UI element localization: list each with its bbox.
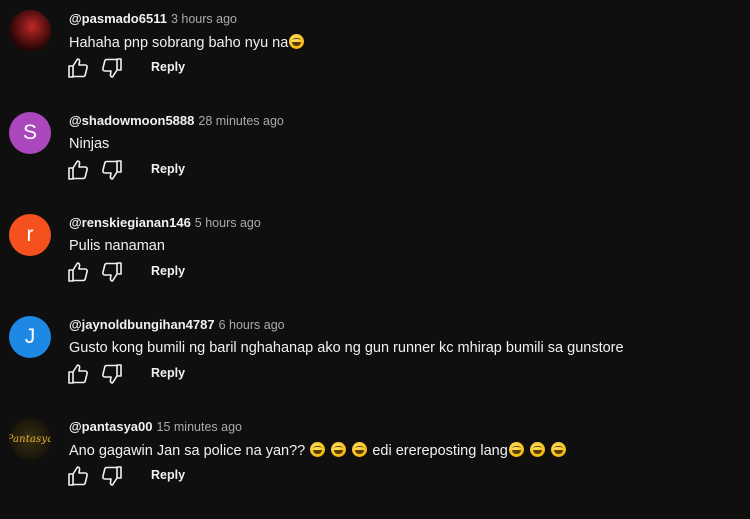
comment-text: Gusto kong bumili ng baril nghahanap ako… [69, 340, 624, 356]
grinning-face-emoji [352, 442, 368, 457]
thumbs-up-icon[interactable] [66, 464, 90, 488]
comment-time[interactable]: 3 hours ago [171, 12, 237, 26]
comment-text: Hahaha pnp sobrang baho nyu na [69, 34, 305, 51]
comment-text-part1: Ano gagawin Jan sa police na yan?? [69, 443, 306, 459]
comment-header: @pantasya00 15 minutes ago [69, 418, 242, 436]
reply-button[interactable]: Reply [151, 60, 185, 74]
grinning-face-emoji [529, 442, 545, 457]
author-name[interactable]: @pantasya00 [69, 419, 153, 434]
comment-text: Pulis nanaman [69, 238, 165, 254]
thumbs-up-icon[interactable] [66, 158, 90, 182]
comment-time[interactable]: 15 minutes ago [157, 420, 242, 434]
grinning-face-emoji [550, 442, 566, 457]
grinning-face-emoji [331, 442, 347, 457]
grinning-face-emoji [289, 34, 305, 49]
comment-thread: Pantasya @pantasya00 15 minutes ago Ano g… [0, 408, 750, 510]
thumbs-down-icon[interactable] [100, 362, 124, 386]
thumbs-up-icon[interactable] [66, 260, 90, 284]
reply-button[interactable]: Reply [151, 468, 185, 482]
comment-thread: J @jaynoldbungihan4787 6 hours ago Gusto … [0, 306, 750, 408]
comment-time[interactable]: 5 hours ago [195, 216, 261, 230]
comment-thread: r @renskiegianan146 5 hours ago Pulis nan… [0, 204, 750, 306]
thumbs-up-icon[interactable] [66, 362, 90, 386]
avatar[interactable]: J [9, 316, 51, 358]
comment-header: @pasmado6511 3 hours ago [69, 10, 237, 28]
avatar[interactable]: S [9, 112, 51, 154]
comment-header: @jaynoldbungihan4787 6 hours ago [69, 316, 285, 334]
thumbs-down-icon[interactable] [100, 260, 124, 284]
comment-header: @shadowmoon5888 28 minutes ago [69, 112, 284, 130]
comment-text: Ano gagawin Jan sa police na yan?? edi e… [69, 442, 567, 459]
comment-text: Ninjas [69, 136, 110, 152]
comment-thread: @pasmado6511 3 hours ago Hahaha pnp sobra… [0, 0, 750, 102]
comment-header: @renskiegianan146 5 hours ago [69, 214, 261, 232]
grinning-face-emoji [508, 442, 524, 457]
comment-time[interactable]: 28 minutes ago [198, 114, 283, 128]
thumbs-down-icon[interactable] [100, 158, 124, 182]
comment-thread: S @shadowmoon5888 28 minutes ago Ninjas R… [0, 102, 750, 204]
thumbs-down-icon[interactable] [100, 56, 124, 80]
thumbs-down-icon[interactable] [100, 464, 124, 488]
reply-button[interactable]: Reply [151, 162, 185, 176]
comment-text-part2: edi erereposting lang [372, 443, 508, 459]
author-name[interactable]: @shadowmoon5888 [69, 113, 194, 128]
comment-time[interactable]: 6 hours ago [219, 318, 285, 332]
author-name[interactable]: @renskiegianan146 [69, 215, 191, 230]
grinning-face-emoji [310, 442, 326, 457]
avatar[interactable] [9, 10, 51, 52]
comment-text-body: Hahaha pnp sobrang baho nyu na [69, 35, 289, 51]
reply-button[interactable]: Reply [151, 264, 185, 278]
avatar[interactable]: Pantasya [9, 418, 51, 460]
author-name[interactable]: @jaynoldbungihan4787 [69, 317, 215, 332]
avatar[interactable]: r [9, 214, 51, 256]
reply-button[interactable]: Reply [151, 366, 185, 380]
thumbs-up-icon[interactable] [66, 56, 90, 80]
author-name[interactable]: @pasmado6511 [69, 11, 167, 26]
